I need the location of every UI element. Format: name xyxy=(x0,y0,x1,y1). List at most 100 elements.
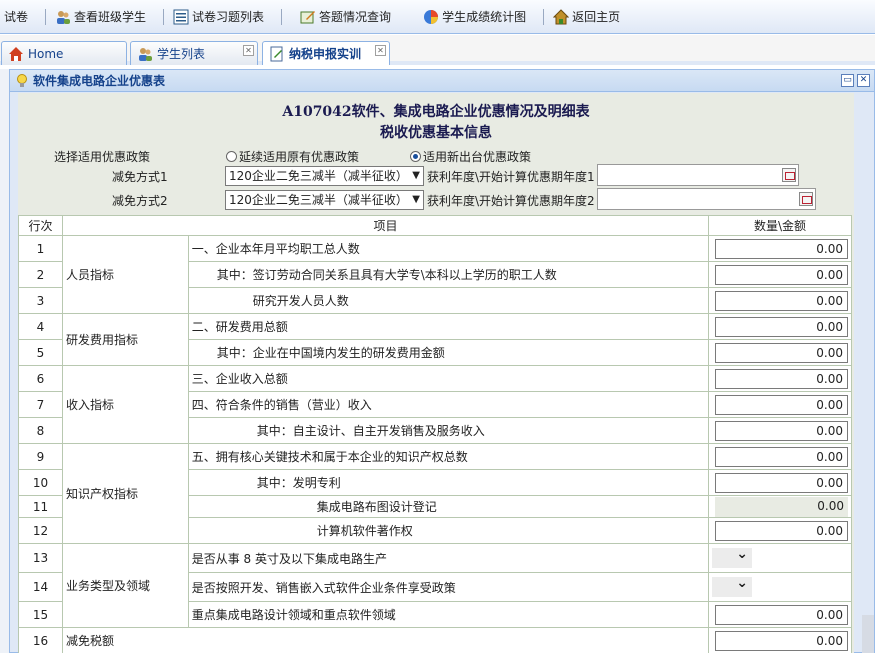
exercise-list-label: 试卷习题列表 xyxy=(192,10,265,24)
category-cell: 减免税额 xyxy=(61,627,709,653)
method2-label: 减免方式2 xyxy=(112,194,168,208)
method2-value: 120企业二免三减半（减半征收） xyxy=(229,193,408,207)
left-strip xyxy=(0,69,9,653)
amount-input[interactable]: 0.00 xyxy=(715,394,848,415)
line-number: 1 xyxy=(18,235,63,262)
exercise-list-button[interactable]: 试卷习题列表 xyxy=(169,6,268,28)
year1-input[interactable] xyxy=(597,164,799,186)
amount-input[interactable]: 0.00 xyxy=(715,420,848,441)
calendar-icon[interactable] xyxy=(782,168,796,182)
line-number: 12 xyxy=(18,517,63,544)
line-number: 11 xyxy=(18,495,63,518)
line-number: 9 xyxy=(18,443,63,470)
item-cell: 其中：企业在中国境内发生的研发费用金额 xyxy=(187,339,709,366)
item-cell: 其中：签订劳动合同关系且具有大学专\本科以上学历的职工人数 xyxy=(187,261,709,288)
line-number: 10 xyxy=(18,469,63,496)
item-cell: 五、拥有核心关键技术和属于本企业的知识产权总数 xyxy=(187,443,709,470)
answer-query-label: 答题情况查询 xyxy=(319,10,392,24)
line-number: 8 xyxy=(18,417,63,444)
home-icon xyxy=(553,8,570,24)
radio-circle xyxy=(226,151,237,162)
calendar-icon[interactable] xyxy=(799,192,813,206)
detail-table: 行次 项目 数量\金额 1 人员指标 一、企业本年月平均职工总人数 0.00 2… xyxy=(18,215,853,653)
view-class-students-button[interactable]: 查看班级学生 xyxy=(51,6,150,28)
year2-label: 获利年度\开始计算优惠期年度2 xyxy=(427,194,595,208)
amount-input[interactable]: 0.00 xyxy=(715,342,848,363)
tab-bar: Home 学生列表 ✕ 纳税申报实训 ✕ xyxy=(0,35,875,65)
amount-readonly: 0.00 xyxy=(715,496,848,517)
item-cell: 研究开发人员人数 xyxy=(187,287,709,314)
line-number: 13 xyxy=(18,543,63,573)
tab-home[interactable]: Home xyxy=(1,41,127,65)
panel-header: 软件集成电路企业优惠表 xyxy=(10,70,874,92)
tab-tax-training-label: 纳税申报实训 xyxy=(289,47,362,61)
maximize-button[interactable]: ▭ xyxy=(841,74,854,87)
form-body: A107042软件、集成电路企业优惠情况及明细表 税收优惠基本信息 选择适用优惠… xyxy=(18,93,854,653)
method2-select[interactable]: 120企业二免三减半（减半征收） ▼ xyxy=(225,190,424,210)
users-icon xyxy=(57,10,71,24)
item-cell: 集成电路布图设计登记 xyxy=(187,495,709,518)
panel-title: 软件集成电路企业优惠表 xyxy=(33,74,166,88)
radio-new-policy-label: 适用新出台优惠政策 xyxy=(423,150,532,164)
exam-button[interactable]: 试卷 xyxy=(0,6,32,28)
lightbulb-icon xyxy=(17,73,27,87)
amount-input[interactable]: 0.00 xyxy=(715,264,848,285)
item-cell: 重点集成电路设计领域和重点软件领域 xyxy=(187,601,709,628)
close-icon[interactable]: ✕ xyxy=(243,45,254,56)
tab-student-list-label: 学生列表 xyxy=(157,47,206,61)
amount-input[interactable]: 0.00 xyxy=(715,238,848,259)
home-return-label: 返回主页 xyxy=(572,10,621,24)
amount-input[interactable]: 0.00 xyxy=(715,316,848,337)
amount-input[interactable]: 0.00 xyxy=(715,290,848,311)
radio-new-policy[interactable]: 适用新出台优惠政策 xyxy=(410,148,531,165)
col-header-amount: 数量\金额 xyxy=(707,215,853,236)
home-return-button[interactable]: 返回主页 xyxy=(549,6,624,28)
tab-tax-training[interactable]: 纳税申报实训 ✕ xyxy=(262,41,390,65)
category-cell: 业务类型及领域 xyxy=(61,543,189,628)
method1-value: 120企业二免三减半（减半征收） xyxy=(229,169,408,183)
home-tab-icon xyxy=(9,46,23,61)
grade-chart-button[interactable]: 学生成绩统计图 xyxy=(419,6,530,28)
amount-input[interactable]: 0.00 xyxy=(715,368,848,389)
answer-query-button[interactable]: 答题情况查询 xyxy=(296,6,395,28)
scrollbar[interactable] xyxy=(862,615,874,653)
item-cell: 一、企业本年月平均职工总人数 xyxy=(187,235,709,262)
amount-input[interactable]: 0.00 xyxy=(715,604,848,625)
divider xyxy=(163,8,165,25)
method1-select[interactable]: 120企业二免三减半（减半征收） ▼ xyxy=(225,166,424,186)
line-number: 5 xyxy=(18,339,63,366)
amount-input[interactable]: 0.00 xyxy=(715,520,848,541)
yes-no-select[interactable] xyxy=(711,575,752,597)
item-cell: 计算机软件著作权 xyxy=(187,517,709,544)
year2-input[interactable] xyxy=(597,188,816,210)
category-cell: 收入指标 xyxy=(61,365,189,444)
close-button[interactable]: ✕ xyxy=(857,74,870,87)
close-icon[interactable]: ✕ xyxy=(375,45,386,56)
table-row: 6 收入指标 三、企业收入总额 0.00 xyxy=(18,365,853,444)
radio-existing-policy[interactable]: 延续适用原有优惠政策 xyxy=(226,148,359,165)
table-row: 16 减免税额 0.00 xyxy=(18,627,853,653)
pie-chart-icon xyxy=(424,9,439,24)
divider xyxy=(45,8,47,25)
chevron-down-icon: ▼ xyxy=(412,194,420,205)
divider xyxy=(281,8,283,25)
col-header-line: 行次 xyxy=(18,215,63,236)
item-cell: 其中：发明专利 xyxy=(187,469,709,496)
item-cell: 是否按照开发、销售嵌入式软件企业条件享受政策 xyxy=(187,572,709,602)
yes-no-select[interactable] xyxy=(711,546,752,568)
form-title: A107042软件、集成电路企业优惠情况及明细表 xyxy=(282,104,590,120)
exam-label: 试卷 xyxy=(4,10,29,24)
amount-input[interactable]: 0.00 xyxy=(715,630,848,651)
amount-input[interactable]: 0.00 xyxy=(715,472,848,493)
item-cell: 三、企业收入总额 xyxy=(187,365,709,392)
table-row: 13 业务类型及领域 是否从事 8 英寸及以下集成电路生产 xyxy=(18,543,853,628)
tab-student-list[interactable]: 学生列表 ✕ xyxy=(130,41,258,65)
grade-chart-label: 学生成绩统计图 xyxy=(442,10,527,24)
line-number: 7 xyxy=(18,391,63,418)
policy-label: 选择适用优惠政策 xyxy=(54,150,151,164)
users-icon xyxy=(139,47,152,61)
chevron-down-icon: ▼ xyxy=(412,170,420,181)
amount-input[interactable]: 0.00 xyxy=(715,446,848,467)
line-number: 2 xyxy=(18,261,63,288)
col-header-item: 项目 xyxy=(61,215,709,236)
